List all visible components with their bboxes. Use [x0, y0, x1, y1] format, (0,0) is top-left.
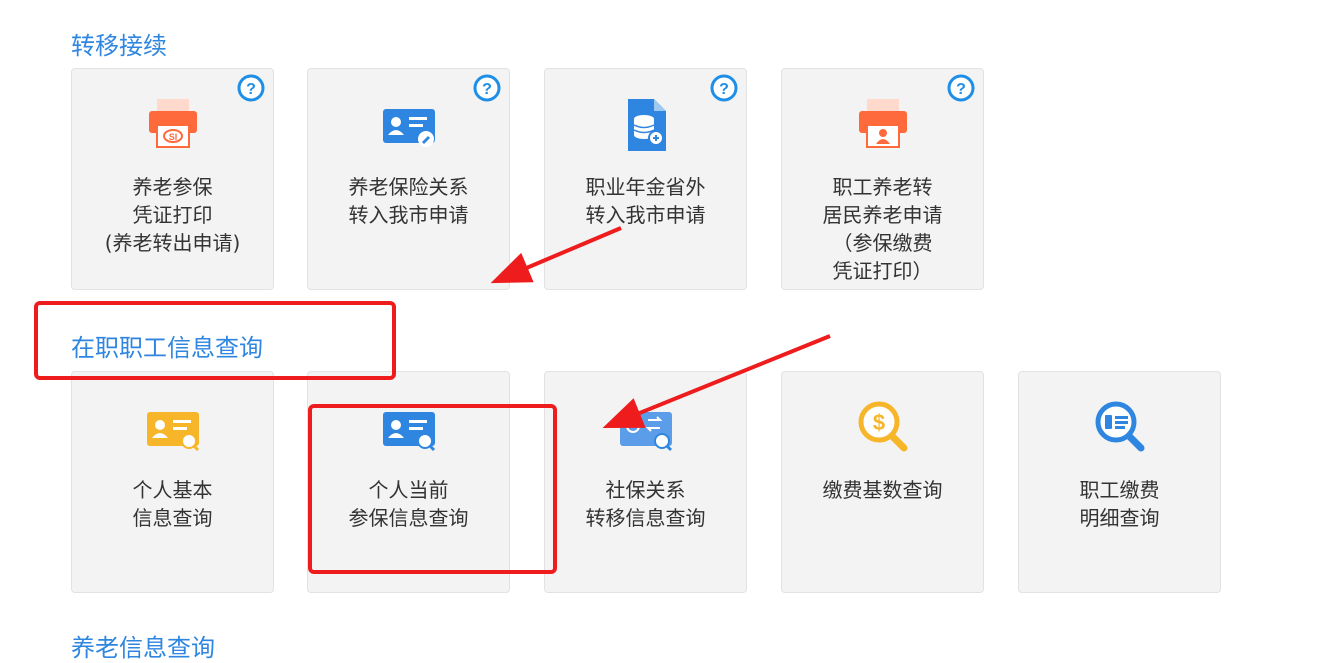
- question-mark-icon[interactable]: ?: [237, 74, 265, 102]
- tile-label: 职工养老转 居民养老申请 （参保缴费 凭证打印）: [822, 175, 943, 283]
- svg-text:?: ?: [246, 81, 256, 98]
- tile-label: 缴费基数查询: [822, 478, 943, 502]
- tile-employee-to-resident-pension[interactable]: 职工养老转 居民养老申请 （参保缴费 凭证打印） ?: [781, 68, 984, 290]
- tile-label: 个人当前 参保信息查询: [348, 478, 469, 530]
- tile-label: 养老参保 凭证打印 (养老转出申请): [104, 175, 241, 255]
- database-document-icon: [616, 95, 676, 155]
- tile-current-insurance-info-query[interactable]: 个人当前 参保信息查询: [307, 371, 510, 593]
- section-title-transfer: 转移接续: [71, 32, 167, 60]
- question-mark-icon[interactable]: ?: [947, 74, 975, 102]
- tile-label: 职业年金省外 转入我市申请: [585, 175, 706, 227]
- svg-text:$: $: [873, 410, 885, 435]
- detail-magnifier-icon: [1090, 398, 1150, 458]
- tile-contribution-base-query[interactable]: $ 缴费基数查询: [781, 371, 984, 593]
- question-mark-icon[interactable]: ?: [710, 74, 738, 102]
- svg-text:?: ?: [719, 81, 729, 98]
- id-card-edit-icon: [379, 95, 439, 155]
- question-mark-icon[interactable]: ?: [473, 74, 501, 102]
- printer-certificate-icon: SI: [143, 95, 203, 155]
- tile-annuity-transfer-in[interactable]: 职业年金省外 转入我市申请 ?: [544, 68, 747, 290]
- money-magnifier-icon: $: [853, 398, 913, 458]
- tile-personal-basic-info-query[interactable]: 个人基本 信息查询: [71, 371, 274, 593]
- tile-label: 养老保险关系 转入我市申请: [348, 175, 469, 227]
- tile-label: 个人基本 信息查询: [132, 478, 213, 530]
- tile-pension-transfer-in[interactable]: 养老保险关系 转入我市申请 ?: [307, 68, 510, 290]
- svg-text:SI: SI: [169, 132, 178, 142]
- tile-social-insurance-transfer-query[interactable]: 社保关系 转移信息查询: [544, 371, 747, 593]
- transfer-card-search-icon: [616, 398, 676, 458]
- section-title-pension-info-query: 养老信息查询: [71, 634, 215, 662]
- id-card-search-yellow-icon: [143, 398, 203, 458]
- svg-text:?: ?: [482, 81, 492, 98]
- id-card-search-blue-icon: [379, 398, 439, 458]
- tile-label: 职工缴费 明细查询: [1079, 478, 1160, 530]
- section-title-employee-info-query: 在职职工信息查询: [71, 334, 263, 362]
- svg-text:?: ?: [956, 81, 966, 98]
- printer-person-icon: [853, 95, 913, 155]
- tile-pension-certificate-print[interactable]: SI 养老参保 凭证打印 (养老转出申请) ?: [71, 68, 274, 290]
- tile-label: 社保关系 转移信息查询: [585, 478, 706, 530]
- tile-contribution-detail-query[interactable]: 职工缴费 明细查询: [1018, 371, 1221, 593]
